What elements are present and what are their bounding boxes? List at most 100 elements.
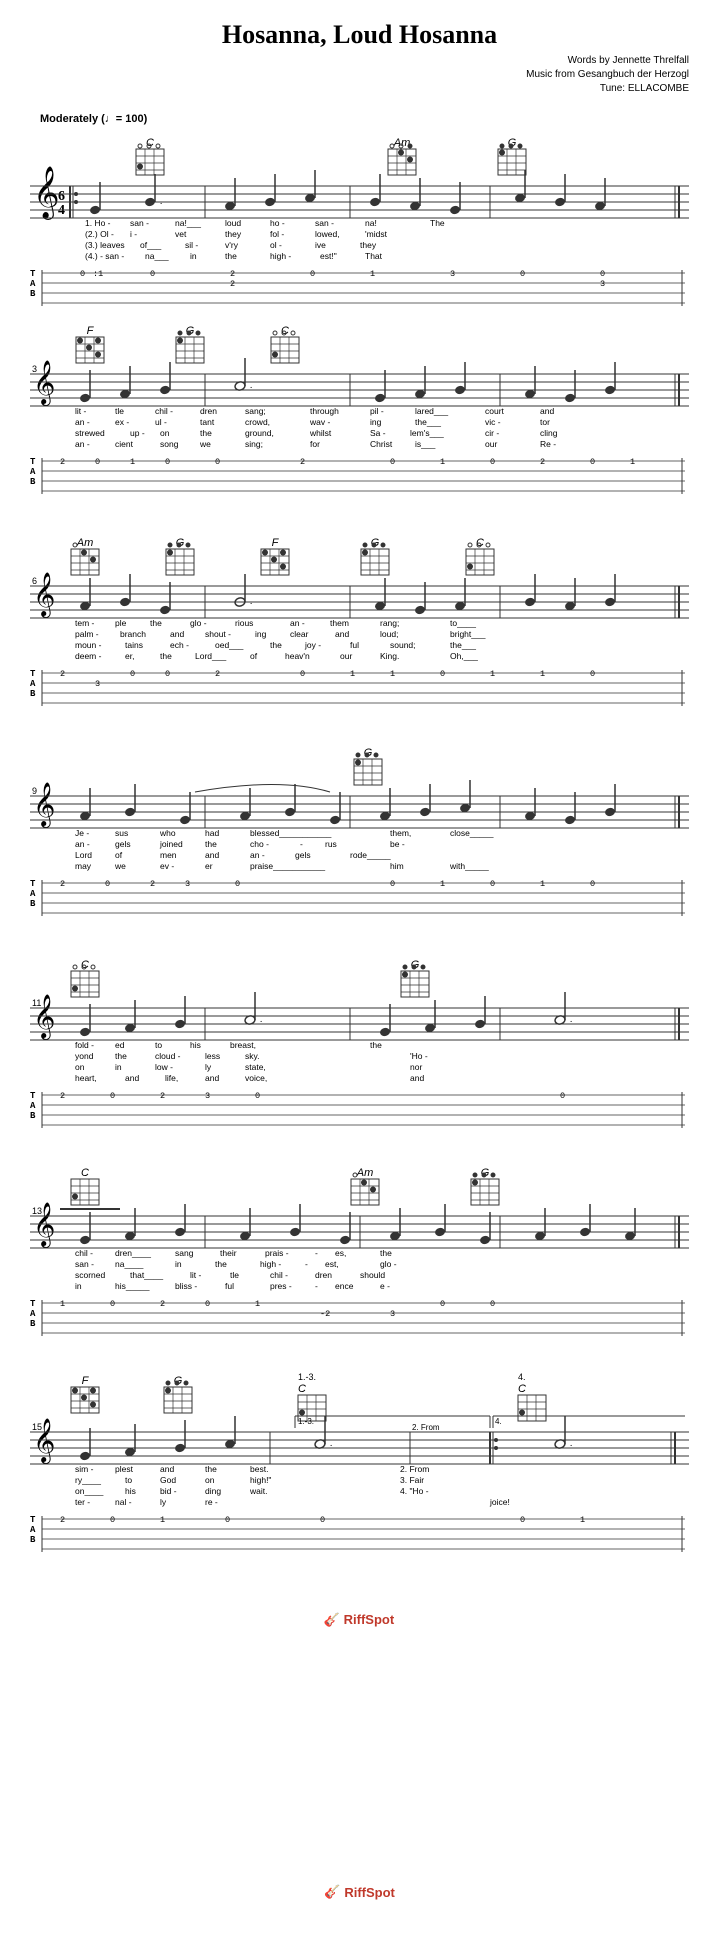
svg-text:gels: gels [295, 850, 311, 860]
svg-text:sang;: sang; [245, 406, 266, 416]
svg-text:of: of [250, 651, 258, 661]
svg-text:1.-3.: 1.-3. [298, 1417, 314, 1426]
svg-text:tor: tor [540, 417, 550, 427]
svg-text:the: the [150, 618, 162, 628]
svg-text:oed___: oed___ [215, 640, 244, 650]
svg-text:the: the [160, 651, 172, 661]
svg-text:his: his [125, 1486, 136, 1496]
svg-text:er,: er, [125, 651, 134, 661]
svg-text:0: 0 [165, 669, 170, 679]
svg-text:close_____: close_____ [450, 828, 494, 838]
svg-text:high -: high - [260, 1259, 281, 1269]
svg-text:(4.) - san -: (4.) - san - [85, 251, 124, 261]
svg-text:san -: san - [315, 218, 334, 228]
svg-text:ing: ing [255, 629, 267, 639]
svg-text:ence: ence [335, 1281, 354, 1291]
svg-text:v'ry: v'ry [225, 240, 239, 250]
svg-text:That: That [365, 251, 383, 261]
svg-text:na!___: na!___ [175, 218, 201, 228]
svg-text:.: . [250, 596, 252, 606]
svg-text:nor: nor [410, 1062, 422, 1072]
svg-text:wav -: wav - [309, 417, 330, 427]
svg-text:F: F [272, 537, 280, 549]
svg-text:-2: -2 [320, 1309, 330, 1319]
svg-text:God: God [160, 1475, 176, 1485]
svg-text:glo -: glo - [190, 618, 207, 628]
svg-text:2: 2 [230, 269, 235, 279]
svg-text:and: and [410, 1073, 424, 1083]
svg-text:song: song [160, 439, 179, 449]
svg-text:cling: cling [540, 428, 558, 438]
svg-text:high -: high - [270, 251, 291, 261]
svg-text:lowed,: lowed, [315, 229, 340, 239]
svg-text:2. From: 2. From [412, 1423, 440, 1432]
svg-text:0: 0 [440, 669, 445, 679]
svg-text:that____: that____ [130, 1270, 163, 1280]
svg-text:Moderately (♩= 100): Moderately (♩= 100) [40, 113, 148, 125]
svg-text:T: T [30, 669, 36, 679]
svg-text:𝄞: 𝄞 [33, 361, 55, 406]
svg-text:0: 0 [165, 457, 170, 467]
svg-text:e -: e - [380, 1281, 390, 1291]
svg-text:1: 1 [370, 269, 375, 279]
svg-text:F: F [82, 1375, 90, 1387]
svg-text:fol -: fol - [270, 229, 284, 239]
svg-text:him: him [390, 861, 404, 871]
svg-text:-: - [315, 1248, 318, 1258]
svg-text:A: A [30, 279, 36, 289]
svg-text:A: A [30, 889, 36, 899]
svg-text:.: . [570, 1014, 572, 1024]
svg-text:the: the [205, 1464, 217, 1474]
svg-text:A: A [30, 1525, 36, 1535]
svg-text:4. "Ho -: 4. "Ho - [400, 1486, 429, 1496]
svg-text:Sa -: Sa - [370, 428, 386, 438]
svg-text:2: 2 [150, 879, 155, 889]
svg-text:court: court [485, 406, 505, 416]
svg-text:na!: na! [365, 218, 377, 228]
svg-text:A: A [30, 467, 36, 477]
svg-text:breast,: breast, [230, 1040, 256, 1050]
svg-text:Christ: Christ [370, 439, 393, 449]
svg-text:B: B [30, 689, 36, 699]
credits: Words by Jennette Threlfall Music from G… [30, 54, 689, 96]
svg-text:through: through [310, 406, 339, 416]
svg-text:best.: best. [250, 1464, 268, 1474]
svg-text:bliss -: bliss - [175, 1281, 197, 1291]
svg-text:-: - [300, 839, 303, 849]
svg-text:0: 0 [560, 1091, 565, 1101]
svg-text:(2.) Ol -: (2.) Ol - [85, 229, 114, 239]
svg-text:3: 3 [185, 879, 190, 889]
riffspot-text: RiffSpot [344, 1885, 395, 1900]
svg-text:ing: ing [370, 417, 382, 427]
svg-text:rious: rious [235, 618, 253, 628]
svg-text:for: for [310, 439, 320, 449]
svg-text:1: 1 [490, 669, 495, 679]
svg-text:sim -: sim - [75, 1464, 94, 1474]
svg-text:ech -: ech - [170, 640, 189, 650]
svg-text:moun -: moun - [75, 640, 102, 650]
svg-text:T: T [30, 1299, 36, 1309]
svg-text:joy -: joy - [304, 640, 321, 650]
svg-text:(3.) leaves: (3.) leaves [85, 240, 125, 250]
svg-text:Lord___: Lord___ [195, 651, 226, 661]
svg-text:and: and [170, 629, 184, 639]
svg-text:The: The [430, 218, 445, 228]
svg-text:gels: gels [115, 839, 131, 849]
svg-text:1: 1 [540, 879, 545, 889]
svg-text:cir -: cir - [485, 428, 499, 438]
svg-text:.: . [260, 1014, 262, 1024]
svg-text:of___: of___ [140, 240, 162, 250]
svg-text:strewed: strewed [75, 428, 105, 438]
svg-text:an -: an - [250, 850, 265, 860]
svg-text:lit -: lit - [75, 406, 87, 416]
svg-text:our: our [485, 439, 497, 449]
svg-text:ful: ful [225, 1281, 234, 1291]
svg-text:them: them [330, 618, 349, 628]
svg-text:2: 2 [60, 669, 65, 679]
svg-text:tle: tle [230, 1270, 239, 1280]
svg-text:palm -: palm - [75, 629, 99, 639]
svg-text:bid -: bid - [160, 1486, 177, 1496]
svg-text:na___: na___ [145, 251, 169, 261]
svg-text:joice!: joice! [489, 1497, 510, 1507]
svg-text:his_____: his_____ [115, 1281, 150, 1291]
